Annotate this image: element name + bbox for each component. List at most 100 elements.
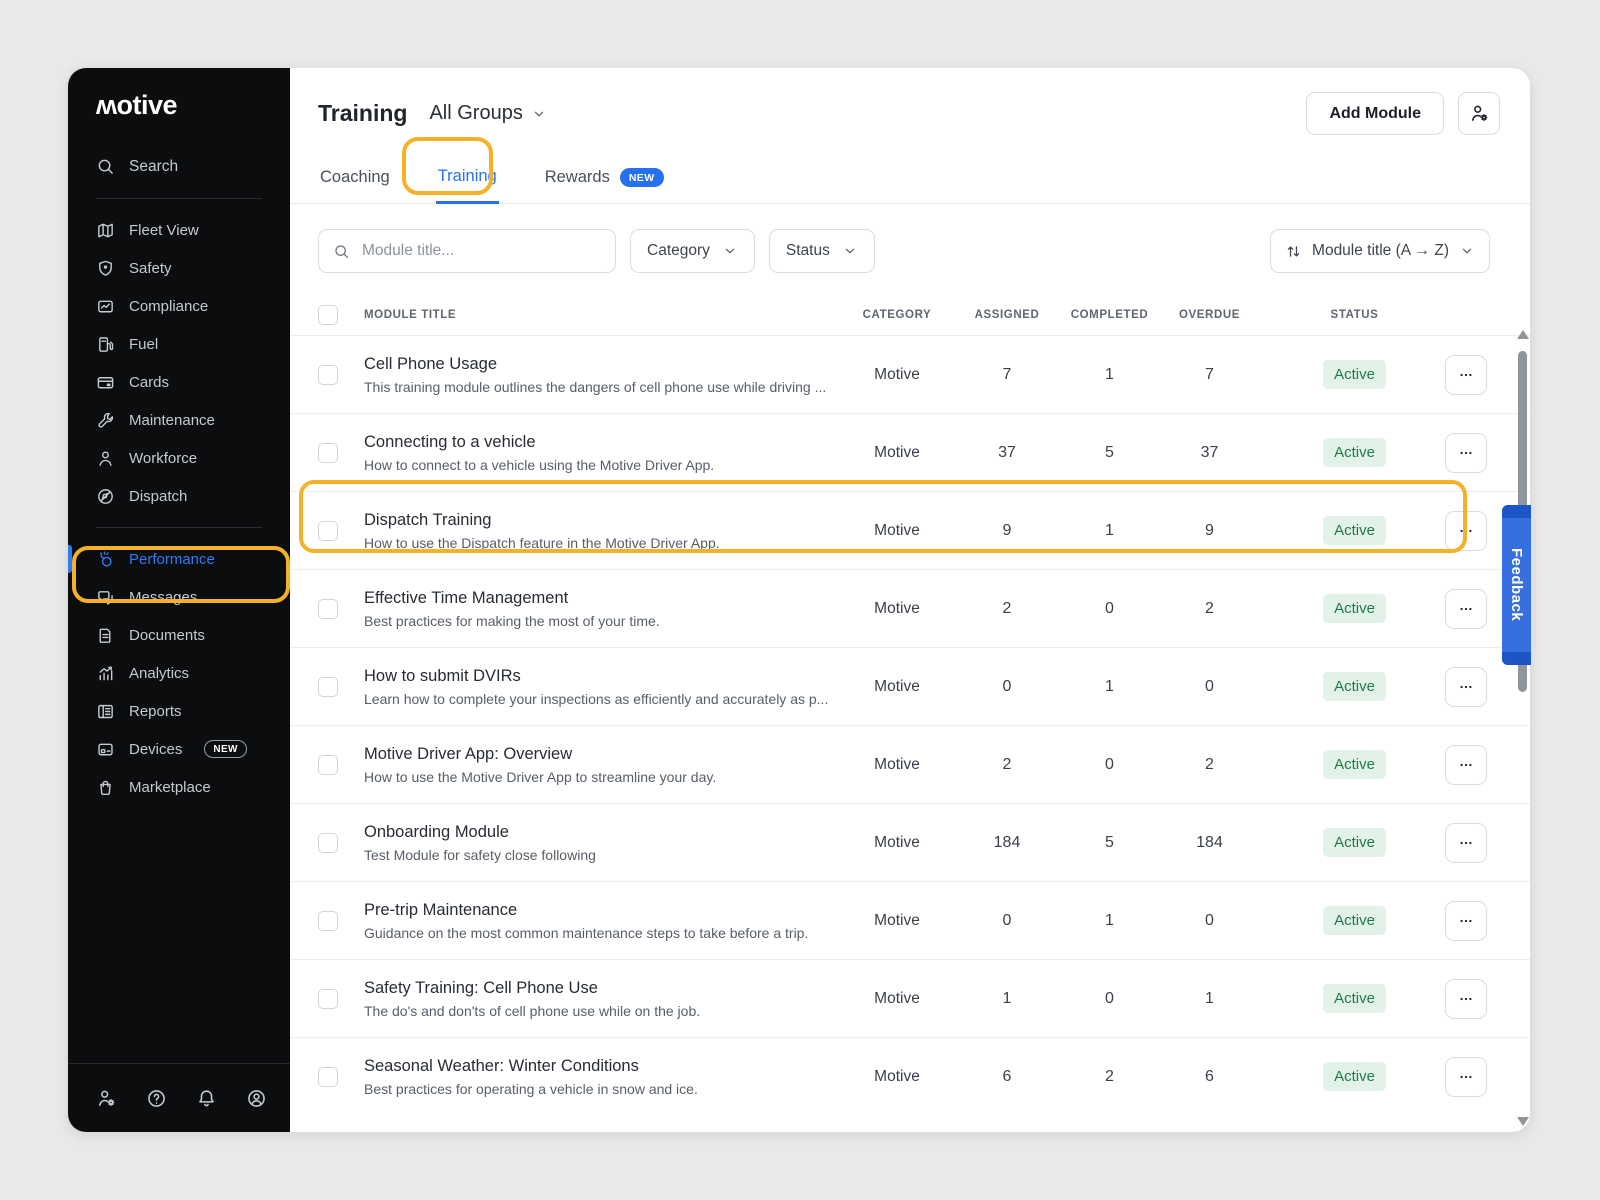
module-title: Cell Phone Usage (364, 355, 837, 374)
row-checkbox[interactable] (318, 755, 338, 775)
sidebar-item-devices[interactable]: Devices NEW (68, 730, 290, 768)
search-icon (333, 243, 350, 260)
table-row[interactable]: Seasonal Weather: Winter Conditions Best… (290, 1038, 1530, 1115)
tab-training[interactable]: Training (436, 159, 499, 204)
sidebar-item-performance[interactable]: Performance (68, 540, 290, 578)
status-cell: Active (1297, 750, 1412, 779)
row-checkbox[interactable] (318, 989, 338, 1009)
row-checkbox[interactable] (318, 521, 338, 541)
table-row[interactable]: Motive Driver App: Overview How to use t… (290, 726, 1530, 804)
table-row[interactable]: Dispatch Training How to use the Dispatc… (290, 492, 1530, 570)
sidebar-item-marketplace[interactable]: Marketplace (68, 768, 290, 806)
module-title-cell: Seasonal Weather: Winter Conditions Best… (364, 1057, 837, 1097)
user-settings-icon[interactable] (96, 1088, 117, 1109)
module-title: Motive Driver App: Overview (364, 745, 837, 764)
module-search-input[interactable] (360, 241, 601, 261)
assign-settings-button[interactable] (1458, 92, 1500, 135)
table-row[interactable]: Effective Time Management Best practices… (290, 570, 1530, 648)
ellipsis-icon (1458, 523, 1474, 539)
table-row[interactable]: Connecting to a vehicle How to connect t… (290, 414, 1530, 492)
row-actions-button[interactable] (1445, 511, 1487, 551)
ellipsis-icon (1458, 367, 1474, 383)
row-actions-button[interactable] (1445, 901, 1487, 941)
select-all-checkbox[interactable] (318, 305, 338, 325)
sidebar-item-messages[interactable]: Messages (68, 578, 290, 616)
table-row[interactable]: Cell Phone Usage This training module ou… (290, 336, 1530, 414)
row-actions-button[interactable] (1445, 355, 1487, 395)
status-badge: Active (1323, 516, 1386, 545)
help-icon[interactable] (146, 1088, 167, 1109)
assigned-cell: 2 (957, 756, 1057, 774)
sidebar-item-dispatch[interactable]: Dispatch (68, 477, 290, 515)
column-header-overdue: OVERDUE (1162, 309, 1257, 321)
title-row: Training All Groups Add Module (290, 68, 1530, 135)
module-title-cell: Connecting to a vehicle How to connect t… (364, 433, 837, 473)
table-row[interactable]: Onboarding Module Test Module for safety… (290, 804, 1530, 882)
category-filter[interactable]: Category (630, 229, 755, 273)
feedback-tab[interactable]: Feedback (1502, 505, 1531, 665)
sidebar-item-search[interactable]: Search (68, 147, 290, 186)
sidebar-item-label: Reports (129, 703, 182, 720)
ellipsis-icon (1458, 679, 1474, 695)
row-checkbox[interactable] (318, 833, 338, 853)
sidebar-item-workforce[interactable]: Workforce (68, 439, 290, 477)
completed-cell: 1 (1057, 522, 1162, 540)
sort-selector[interactable]: Module title (A → Z) (1270, 229, 1490, 273)
add-module-button[interactable]: Add Module (1306, 92, 1444, 135)
sidebar-item-analytics[interactable]: Analytics (68, 654, 290, 692)
main-content: Training All Groups Add Module Coaching … (290, 68, 1530, 1132)
row-checkbox[interactable] (318, 677, 338, 697)
row-checkbox[interactable] (318, 443, 338, 463)
status-badge: Active (1323, 360, 1386, 389)
row-checkbox[interactable] (318, 599, 338, 619)
sidebar-item-cards[interactable]: Cards (68, 363, 290, 401)
status-cell: Active (1297, 360, 1412, 389)
devices-icon (96, 740, 115, 759)
sidebar-item-compliance[interactable]: Compliance (68, 287, 290, 325)
status-badge: Active (1323, 672, 1386, 701)
row-checkbox[interactable] (318, 365, 338, 385)
tab-rewards[interactable]: Rewards NEW (543, 159, 666, 203)
table-row[interactable]: Safety Training: Cell Phone Use The do's… (290, 960, 1530, 1038)
motive-logo: ʍotive (96, 90, 290, 121)
module-title-cell: Safety Training: Cell Phone Use The do's… (364, 979, 837, 1019)
row-actions-button[interactable] (1445, 979, 1487, 1019)
sidebar-item-maintenance[interactable]: Maintenance (68, 401, 290, 439)
table-row[interactable]: Pre-trip Maintenance Guidance on the mos… (290, 882, 1530, 960)
table-header: MODULE TITLE CATEGORY ASSIGNED COMPLETED… (290, 305, 1530, 335)
status-badge: Active (1323, 984, 1386, 1013)
module-title: Effective Time Management (364, 589, 837, 608)
table-row[interactable]: How to submit DVIRs Learn how to complet… (290, 648, 1530, 726)
completed-cell: 5 (1057, 444, 1162, 462)
notifications-icon[interactable] (196, 1088, 217, 1109)
row-checkbox[interactable] (318, 911, 338, 931)
sidebar-item-documents[interactable]: Documents (68, 616, 290, 654)
scroll-down-arrow[interactable] (1517, 1117, 1529, 1126)
row-actions-button[interactable] (1445, 667, 1487, 707)
sidebar-item-reports[interactable]: Reports (68, 692, 290, 730)
scrollbar (1516, 330, 1528, 1126)
sidebar-item-label: Performance (129, 551, 215, 568)
sidebar-item-fuel[interactable]: Fuel (68, 325, 290, 363)
chevron-down-icon (842, 243, 858, 259)
row-actions-button[interactable] (1445, 745, 1487, 785)
sidebar-item-fleet-view[interactable]: Fleet View (68, 211, 290, 249)
group-selector-label: All Groups (429, 102, 522, 125)
row-actions-button[interactable] (1445, 1057, 1487, 1097)
module-search-box[interactable] (318, 229, 616, 273)
module-description: How to connect to a vehicle using the Mo… (364, 457, 837, 473)
status-badge: Active (1323, 438, 1386, 467)
tab-coaching[interactable]: Coaching (318, 159, 392, 203)
account-icon[interactable] (246, 1088, 267, 1109)
row-checkbox[interactable] (318, 1067, 338, 1087)
scroll-up-arrow[interactable] (1517, 330, 1529, 339)
row-actions-button[interactable] (1445, 823, 1487, 863)
row-actions-button[interactable] (1445, 589, 1487, 629)
group-selector[interactable]: All Groups (429, 102, 546, 125)
action-cell (1412, 823, 1487, 863)
sidebar-item-label: Documents (129, 627, 205, 644)
tab-label: Coaching (320, 168, 390, 187)
status-filter[interactable]: Status (769, 229, 875, 273)
row-actions-button[interactable] (1445, 433, 1487, 473)
sidebar-item-safety[interactable]: Safety (68, 249, 290, 287)
